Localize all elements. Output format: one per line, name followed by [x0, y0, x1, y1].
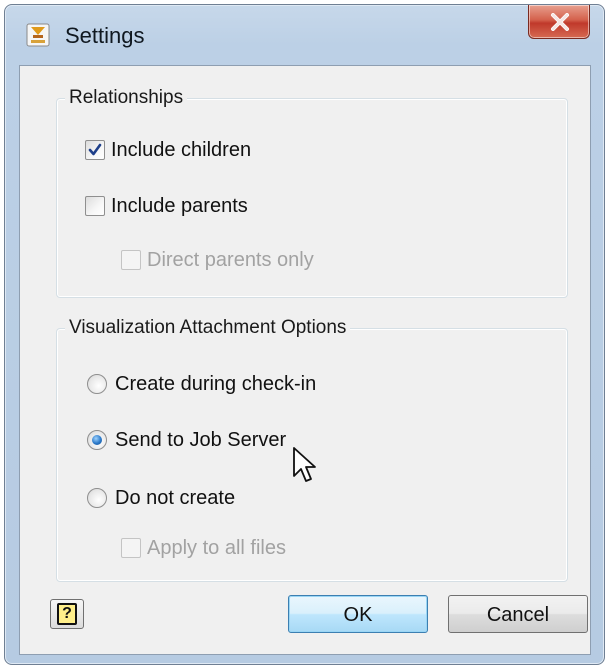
window-title: Settings	[65, 23, 145, 48]
radio-selected-dot	[92, 435, 102, 445]
relationships-group: Relationships Include children Include p…	[56, 85, 568, 298]
do-not-create-label: Do not create	[115, 487, 236, 509]
visualization-options-group-title: Visualization Attachment Options	[65, 315, 351, 341]
autodesk-vault-icon	[26, 23, 50, 47]
title-bar[interactable]: Settings	[5, 5, 604, 63]
apply-to-all-files-row[interactable]: Apply to all files	[121, 533, 286, 563]
mouse-pointer-icon	[293, 447, 316, 482]
include-children-label: Include children	[111, 139, 252, 161]
include-parents-row[interactable]: Include parents	[85, 191, 248, 221]
cancel-button[interactable]: Cancel	[448, 595, 588, 633]
create-during-checkin-label: Create during check-in	[115, 373, 317, 395]
include-parents-label: Include parents	[111, 195, 248, 217]
close-icon	[551, 13, 569, 31]
help-icon: ?	[57, 603, 77, 625]
send-to-job-server-row[interactable]: Send to Job Server	[87, 425, 286, 455]
direct-parents-only-label: Direct parents only	[147, 249, 314, 271]
help-button[interactable]: ?	[50, 599, 84, 629]
direct-parents-only-row[interactable]: Direct parents only	[121, 245, 314, 275]
include-children-row[interactable]: Include children	[85, 135, 251, 165]
direct-parents-only-checkbox[interactable]	[121, 250, 141, 270]
relationships-group-title: Relationships	[65, 85, 188, 111]
dialog-content: Relationships Include children Include p…	[19, 65, 591, 655]
check-mark-icon	[88, 143, 102, 156]
do-not-create-radio[interactable]	[87, 488, 107, 508]
send-to-job-server-label: Send to Job Server	[115, 429, 287, 451]
include-children-checkbox[interactable]	[85, 140, 105, 160]
create-during-checkin-radio[interactable]	[87, 374, 107, 394]
close-button[interactable]	[528, 5, 590, 39]
settings-dialog: Settings Relationships Include children	[4, 4, 605, 665]
do-not-create-row[interactable]: Do not create	[87, 483, 235, 513]
apply-to-all-files-checkbox[interactable]	[121, 538, 141, 558]
ok-button[interactable]: OK	[288, 595, 428, 633]
create-during-checkin-row[interactable]: Create during check-in	[87, 369, 316, 399]
apply-to-all-files-label: Apply to all files	[147, 537, 286, 559]
send-to-job-server-radio[interactable]	[87, 430, 107, 450]
include-parents-checkbox[interactable]	[85, 196, 105, 216]
